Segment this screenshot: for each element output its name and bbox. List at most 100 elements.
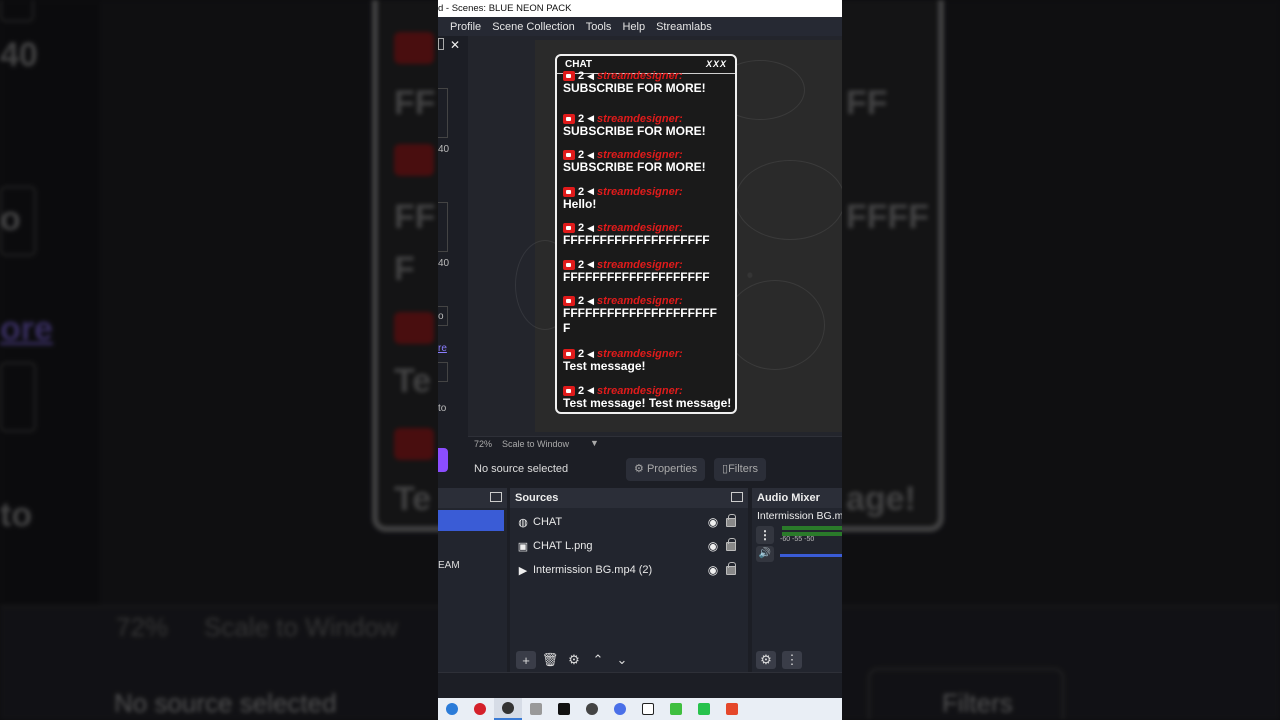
gear-icon[interactable]: ⚙ bbox=[564, 651, 584, 669]
menu-profile[interactable]: Profile bbox=[450, 21, 481, 33]
bg-text: FF bbox=[846, 84, 888, 122]
speaker-icon: ◀ bbox=[587, 295, 595, 306]
menu-bar: Profile Scene Collection Tools Help Stre… bbox=[438, 17, 842, 36]
source-item[interactable]: ◍ CHAT ◉ bbox=[516, 511, 744, 533]
scene-item-selected[interactable] bbox=[438, 510, 504, 531]
left-purple-button[interactable] bbox=[438, 448, 448, 472]
left-field[interactable] bbox=[438, 202, 448, 252]
left-link[interactable]: re bbox=[438, 343, 447, 354]
properties-button[interactable]: ⚙ Properties bbox=[626, 458, 706, 481]
more-options-icon[interactable]: ⋮ bbox=[782, 651, 802, 669]
bg-text: No source selected bbox=[114, 688, 337, 718]
source-item[interactable]: ▣ CHAT L.png ◉ bbox=[516, 535, 744, 557]
popout-icon[interactable] bbox=[490, 492, 502, 502]
meter-ticks: -60 -55 -50 bbox=[780, 536, 815, 543]
bg-text: Scale to Window bbox=[204, 612, 398, 642]
chat-title: CHAT bbox=[565, 59, 593, 70]
audio-mixer-title: Audio Mixer bbox=[752, 488, 842, 508]
lock-icon[interactable] bbox=[726, 537, 736, 551]
speaker-icon: ◀ bbox=[587, 222, 595, 233]
left-label: to bbox=[438, 403, 447, 414]
chat-decoration: XXX bbox=[705, 59, 727, 69]
sources-dock: Sources ◍ CHAT ◉ ▣ CHAT L.png ◉ ▶ Intermission … bbox=[510, 488, 748, 672]
chat-message-text: F bbox=[563, 321, 571, 335]
zoom-bar: 72% Scale to Window ▼ bbox=[468, 436, 842, 451]
window-title: d - Scenes: BLUE NEON PACK bbox=[438, 0, 842, 17]
bg-camera-icon bbox=[394, 32, 434, 64]
taskbar-app-icon[interactable] bbox=[522, 698, 550, 720]
taskbar-app-icon[interactable] bbox=[690, 698, 718, 720]
left-field[interactable] bbox=[438, 362, 448, 382]
eye-icon[interactable]: ◉ bbox=[706, 539, 720, 553]
camera-icon bbox=[563, 259, 575, 270]
chevron-down-icon[interactable]: ▼ bbox=[590, 438, 599, 448]
trash-icon[interactable]: 🗑 bbox=[540, 651, 560, 669]
taskbar-notion-icon[interactable] bbox=[634, 698, 662, 720]
scene-item-label[interactable]: EAM bbox=[438, 560, 460, 571]
bg-text: 40 bbox=[0, 36, 38, 74]
audio-source-name: Intermission BG.m bbox=[757, 510, 842, 522]
source-name: CHAT bbox=[533, 516, 563, 528]
taskbar-app-icon[interactable] bbox=[606, 698, 634, 720]
topo-line bbox=[735, 160, 842, 240]
bg-text: 72% bbox=[116, 612, 169, 642]
lock-icon[interactable] bbox=[726, 513, 736, 527]
chat-overlay[interactable]: CHAT XXX 2 ◀ streamdesigner: SUBSCRIBE FOR … bbox=[555, 54, 737, 414]
bg-text: to bbox=[0, 496, 33, 534]
taskbar-opera-icon[interactable] bbox=[466, 698, 494, 720]
close-icon[interactable]: ✕ bbox=[450, 38, 460, 52]
speaker-icon[interactable]: 🔊 bbox=[756, 546, 774, 562]
camera-icon bbox=[563, 186, 575, 197]
taskbar-edge-icon[interactable] bbox=[438, 698, 466, 720]
speaker-icon: ◀ bbox=[587, 70, 595, 81]
source-name: Intermission BG.mp4 (2) bbox=[533, 564, 653, 576]
chat-message-text: FFFFFFFFFFFFFFFFFFFF bbox=[563, 269, 710, 284]
taskbar-app-icon[interactable] bbox=[550, 698, 578, 720]
camera-icon bbox=[563, 385, 575, 396]
volume-slider[interactable] bbox=[780, 554, 842, 557]
no-source-label: No source selected bbox=[474, 463, 569, 475]
taskbar-app-icon[interactable] bbox=[578, 698, 606, 720]
bg-text: F bbox=[394, 250, 415, 288]
audio-meter bbox=[782, 526, 842, 530]
lock-icon[interactable] bbox=[726, 561, 736, 575]
menu-help[interactable]: Help bbox=[622, 21, 645, 33]
bg-text: age! bbox=[846, 480, 916, 518]
popout-icon[interactable] bbox=[731, 492, 743, 502]
left-label: 40 bbox=[438, 144, 450, 155]
left-field[interactable] bbox=[438, 88, 448, 138]
eye-icon[interactable]: ◉ bbox=[706, 515, 720, 529]
menu-tools[interactable]: Tools bbox=[586, 21, 612, 33]
add-source-icon[interactable]: + bbox=[516, 651, 536, 669]
topo-line bbox=[725, 280, 825, 370]
obs-window: d - Scenes: BLUE NEON PACK Profile Scene… bbox=[438, 0, 842, 720]
menu-streamlabs[interactable]: Streamlabs bbox=[656, 21, 712, 33]
gear-icon: ⚙ bbox=[634, 463, 644, 475]
camera-icon bbox=[563, 150, 575, 160]
chat-username: streamdesigner: bbox=[597, 185, 683, 198]
left-label: o bbox=[438, 311, 444, 322]
filters-label: Filters bbox=[728, 463, 759, 475]
taskbar-app-icon[interactable] bbox=[718, 698, 746, 720]
taskbar-obs-icon[interactable] bbox=[494, 698, 522, 720]
image-icon: ▣ bbox=[517, 540, 529, 553]
eye-icon[interactable]: ◉ bbox=[706, 563, 720, 577]
chat-message-text: SUBSCRIBE FOR MORE! bbox=[563, 81, 706, 95]
menu-scene-collection[interactable]: Scene Collection bbox=[492, 21, 575, 33]
gear-icon[interactable]: ⚙ bbox=[756, 651, 776, 669]
zoom-level: 72% bbox=[474, 439, 493, 449]
speaker-icon: ◀ bbox=[587, 259, 595, 269]
bg-text: ore bbox=[0, 310, 53, 348]
more-options-icon[interactable]: ⋮ bbox=[756, 526, 774, 544]
chevron-down-icon[interactable]: ⌄ bbox=[612, 651, 632, 669]
scale-mode[interactable]: Scale to Window bbox=[502, 439, 569, 449]
taskbar-app-icon[interactable] bbox=[662, 698, 690, 720]
filters-button[interactable]: ▯Filters bbox=[714, 458, 767, 481]
speaker-icon: ◀ bbox=[587, 113, 595, 123]
bg-text: FF bbox=[394, 84, 436, 122]
chat-message-text: SUBSCRIBE FOR MORE! bbox=[563, 160, 706, 174]
bg-camera-icon bbox=[394, 428, 434, 460]
camera-icon bbox=[563, 71, 575, 81]
chevron-up-icon[interactable]: ⌃ bbox=[588, 651, 608, 669]
source-item[interactable]: ▶ Intermission BG.mp4 (2) ◉ bbox=[516, 559, 744, 581]
